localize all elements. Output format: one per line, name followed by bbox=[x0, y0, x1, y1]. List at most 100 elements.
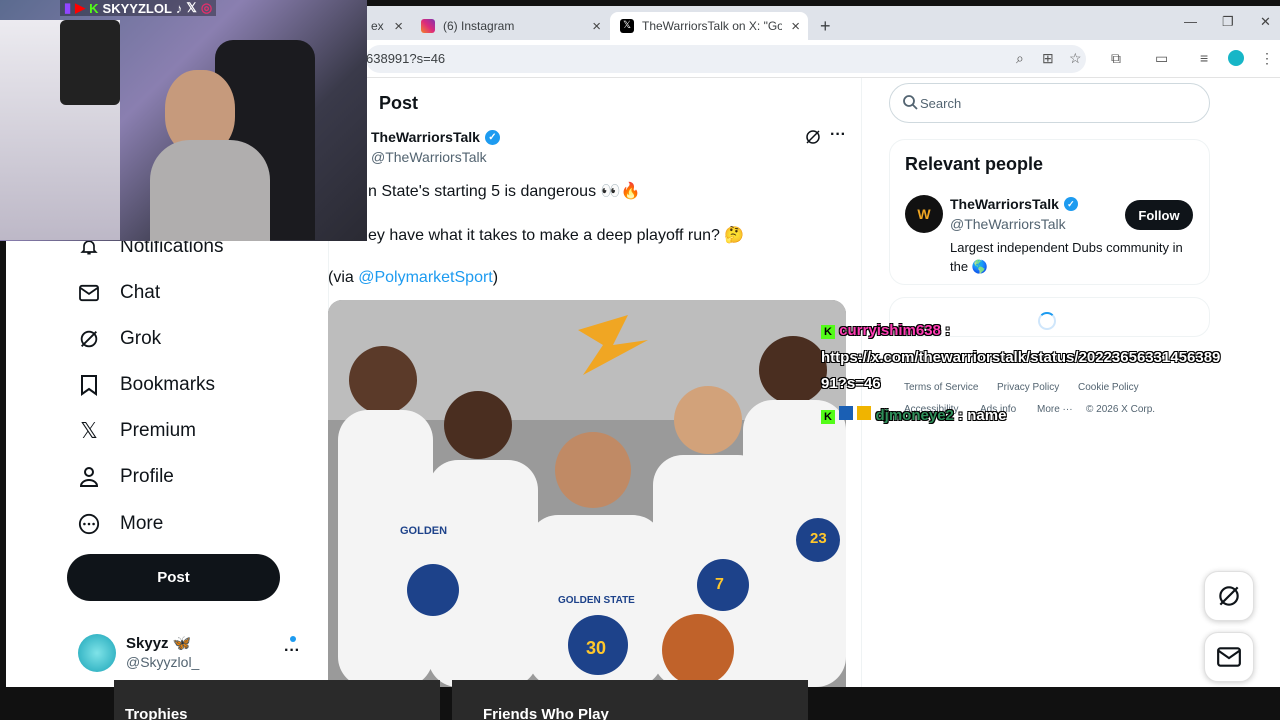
chat-message: K djmoneye2 : name bbox=[821, 406, 1006, 424]
jersey-number: 7 bbox=[715, 576, 724, 593]
kick-icon: K bbox=[89, 0, 99, 16]
person-name: TheWarriorsTalk bbox=[950, 196, 1059, 212]
mention-link[interactable]: @PolymarketSport bbox=[358, 269, 493, 286]
social-handles-bar: ▮ ▶ K SKYYZLOL ♪ 𝕏 ◎ bbox=[60, 0, 217, 16]
hoodie bbox=[150, 140, 270, 241]
friends-who-play-label[interactable]: Friends Who Play bbox=[483, 706, 609, 720]
jersey-number: 30 bbox=[586, 638, 607, 658]
media-icon[interactable]: ≡ bbox=[1200, 50, 1208, 66]
kick-badge-icon: K bbox=[821, 325, 835, 339]
person-handle: @TheWarriorsTalk bbox=[950, 216, 1066, 232]
tab-close-icon[interactable]: × bbox=[592, 18, 601, 35]
account-switcher[interactable]: Skyyz 🦋 @Skyyzlol_ ··· bbox=[78, 632, 308, 676]
sub-badge-icon bbox=[839, 406, 854, 420]
verified-badge-icon: ✓ bbox=[484, 129, 500, 145]
tweet-image[interactable]: GOLDEN GOLDEN STATE 30 7 23 bbox=[328, 300, 846, 687]
tweet-text-line: n State's starting 5 is dangerous 👀🔥 bbox=[368, 183, 641, 200]
search-box[interactable]: Search bbox=[889, 83, 1210, 123]
wt-avatar[interactable]: W bbox=[905, 195, 943, 233]
account-more-icon[interactable]: ··· bbox=[284, 642, 300, 660]
minimize-icon[interactable]: — bbox=[1184, 14, 1197, 29]
nav-label: More bbox=[120, 513, 164, 534]
chat-username: djmoneye2 bbox=[875, 407, 954, 424]
trophies-label[interactable]: Trophies bbox=[125, 706, 188, 720]
social-handle: SKYYZLOL bbox=[102, 0, 172, 16]
tab-instagram[interactable]: (6) Instagram × bbox=[411, 12, 609, 40]
nav-premium[interactable]: 𝕏 Premium bbox=[78, 418, 196, 443]
menu-dots-icon[interactable]: ⋮ bbox=[1260, 50, 1274, 67]
footer-link[interactable]: Privacy Policy bbox=[997, 382, 1059, 393]
account-handle: @Skyyzlol_ bbox=[126, 654, 200, 670]
tweet-more-icon[interactable]: ··· bbox=[830, 126, 846, 144]
footer-link[interactable]: More ··· bbox=[1037, 404, 1073, 415]
instagram-icon: ◎ bbox=[200, 0, 213, 15]
via-prefix: (via bbox=[328, 269, 359, 286]
tab-search-icon[interactable]: ▭ bbox=[1155, 50, 1168, 67]
tweet-author[interactable]: TheWarriorsTalk ✓ bbox=[371, 129, 500, 145]
jersey-hanging bbox=[60, 20, 120, 105]
jersey-text: GOLDEN bbox=[400, 525, 448, 537]
tab-close-icon[interactable]: × bbox=[791, 18, 800, 35]
tab-title: ex bbox=[371, 19, 384, 33]
nav-label: Profile bbox=[120, 466, 174, 487]
nav-profile[interactable]: Profile bbox=[78, 466, 174, 488]
screen: ex × (6) Instagram × 𝕏 TheWarriorsTalk o… bbox=[0, 0, 1280, 720]
webcam-overlay: ▮ ▶ K SKYYZLOL ♪ 𝕏 ◎ bbox=[0, 0, 367, 241]
twitch-icon: ▮ bbox=[64, 0, 72, 15]
post-button[interactable]: Post bbox=[67, 554, 280, 601]
x-logo-icon: 𝕏 bbox=[80, 418, 98, 443]
notification-dot bbox=[290, 636, 296, 642]
profile-avatar-icon[interactable] bbox=[1228, 50, 1244, 66]
person-name-row[interactable]: TheWarriorsTalk ✓ bbox=[950, 196, 1078, 212]
tweet-text-line: ey have what it takes to make a deep pla… bbox=[368, 227, 745, 244]
jersey-text: GOLDEN STATE bbox=[558, 595, 635, 606]
chat-message: K curryishim638 : bbox=[821, 322, 950, 339]
tab-title: TheWarriorsTalk on X: "Golden bbox=[642, 19, 782, 33]
chat-text: https://x.com/thewarriorstalk/status/202… bbox=[821, 349, 1221, 366]
install-icon[interactable]: ⊞ bbox=[1042, 50, 1054, 67]
chat-username: curryishim638 bbox=[839, 322, 941, 339]
mail-icon bbox=[78, 282, 100, 304]
search-icon bbox=[902, 94, 918, 115]
tab-partial[interactable]: ex × bbox=[361, 12, 411, 40]
url-field[interactable]: 638991?s=46 bbox=[366, 45, 1086, 73]
grok-fab[interactable] bbox=[1204, 571, 1254, 621]
relevant-people-card: Relevant people W TheWarriorsTalk ✓ @The… bbox=[889, 139, 1210, 285]
nav-chat[interactable]: Chat bbox=[78, 282, 160, 304]
tab-x-post[interactable]: 𝕏 TheWarriorsTalk on X: "Golden × bbox=[610, 12, 808, 40]
account-name: Skyyz 🦋 bbox=[126, 635, 192, 652]
star-icon[interactable]: ☆ bbox=[1069, 50, 1082, 67]
nav-label: Grok bbox=[120, 328, 162, 349]
nav-more[interactable]: More bbox=[78, 513, 163, 535]
author-handle[interactable]: @TheWarriorsTalk bbox=[371, 149, 487, 165]
x-icon: 𝕏 bbox=[186, 0, 197, 15]
url-text: 638991?s=46 bbox=[366, 51, 446, 66]
crown-badge-icon bbox=[857, 406, 872, 420]
author-name: TheWarriorsTalk bbox=[371, 129, 480, 145]
new-tab-button[interactable]: + bbox=[810, 12, 834, 40]
grok-icon bbox=[78, 328, 100, 350]
grok-explain-icon[interactable] bbox=[804, 128, 822, 151]
extensions-icon[interactable]: ⧉ bbox=[1111, 50, 1121, 67]
card-title: Relevant people bbox=[905, 154, 1044, 174]
nav-bookmarks[interactable]: Bookmarks bbox=[78, 374, 215, 396]
chat-text: name bbox=[967, 407, 1007, 424]
close-window-icon[interactable]: ✕ bbox=[1260, 14, 1271, 30]
via-suffix: ) bbox=[492, 269, 499, 286]
nav-grok[interactable]: Grok bbox=[78, 328, 161, 350]
tiktok-icon: ♪ bbox=[175, 0, 183, 16]
chat-text: 91?s=46 bbox=[821, 375, 881, 392]
follow-button[interactable]: Follow bbox=[1125, 200, 1193, 230]
bookmark-icon bbox=[78, 374, 100, 396]
tab-close-icon[interactable]: × bbox=[394, 18, 403, 35]
footer-link[interactable]: Cookie Policy bbox=[1078, 382, 1139, 393]
tweet-via: (via @PolymarketSport) bbox=[328, 269, 498, 287]
instagram-icon bbox=[421, 19, 435, 33]
zoom-icon[interactable]: ⌕ bbox=[1016, 50, 1024, 67]
restore-icon[interactable]: ❐ bbox=[1222, 14, 1234, 30]
messages-fab[interactable] bbox=[1204, 632, 1254, 682]
search-placeholder: Search bbox=[920, 96, 962, 111]
players-photo bbox=[328, 300, 846, 687]
footer-link[interactable]: Terms of Service bbox=[904, 382, 978, 393]
nav-label: Bookmarks bbox=[120, 374, 216, 395]
